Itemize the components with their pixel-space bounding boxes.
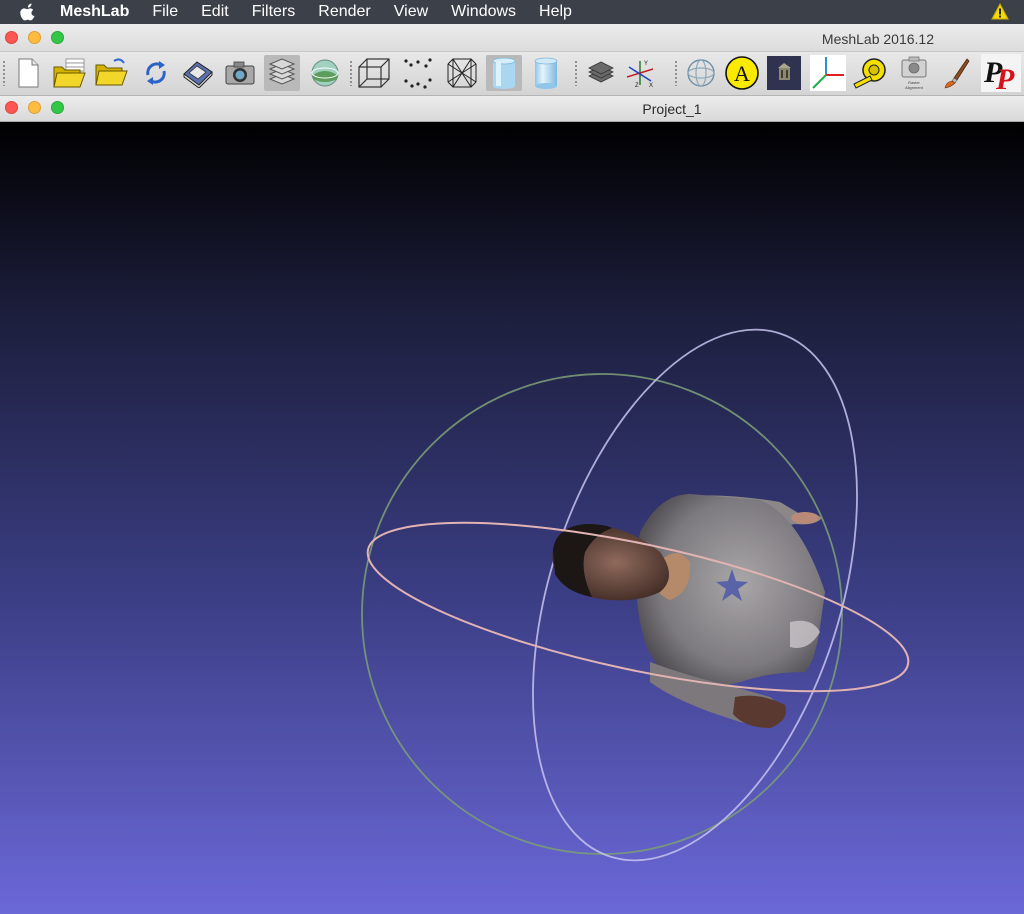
menu-filters[interactable]: Filters	[252, 3, 296, 21]
wireframe-button[interactable]	[444, 55, 480, 91]
layers-icon	[268, 58, 296, 85]
scanned-person-mesh[interactable]	[552, 494, 825, 728]
open-folder-icon	[95, 58, 128, 86]
new-project-button[interactable]	[10, 55, 46, 91]
mesh-lighting-icon	[588, 61, 614, 83]
raster-globe-icon	[311, 59, 339, 87]
trackball-button[interactable]	[683, 55, 719, 91]
bbox-button[interactable]	[356, 55, 392, 91]
import-mesh-button[interactable]	[94, 55, 130, 91]
export-mesh-button[interactable]	[180, 55, 216, 91]
align-axis-icon	[810, 55, 846, 91]
raster-alignment-icon: Raster Alignment	[901, 56, 927, 90]
svg-text:Alignment: Alignment	[905, 85, 924, 90]
new-document-icon	[18, 58, 39, 88]
svg-text:P: P	[995, 63, 1015, 92]
menu-app-meshlab[interactable]: MeshLab	[60, 3, 129, 21]
main-window-titlebar: MeshLab 2016.12	[0, 24, 1024, 52]
paint-brush-icon	[944, 58, 970, 89]
toolbar-separator	[350, 60, 352, 86]
svg-text:X: X	[649, 83, 653, 89]
flat-cylinder-icon	[492, 57, 516, 89]
menu-view[interactable]: View	[394, 3, 428, 21]
zoom-window-button[interactable]	[51, 31, 64, 44]
menu-render[interactable]: Render	[318, 3, 370, 21]
axis-icon: Y Z X	[626, 61, 654, 89]
window-title: MeshLab 2016.12	[821, 31, 934, 47]
toolbar-grip[interactable]	[3, 60, 5, 86]
annotation-button[interactable]: A	[724, 55, 760, 91]
svg-text:Y: Y	[644, 61, 648, 67]
texture-icon	[767, 56, 801, 90]
point-picker-pp-icon: P P	[981, 54, 1021, 92]
raster-alignment-button[interactable]: Raster Alignment	[896, 55, 932, 91]
project-subwindow-titlebar: Project_1	[0, 96, 1024, 122]
wireframe-icon	[447, 58, 477, 88]
raster-button[interactable]	[307, 55, 343, 91]
camera-icon	[225, 61, 255, 85]
snapshot-button[interactable]	[222, 55, 258, 91]
annotation-a-icon: A	[725, 56, 759, 90]
tape-measure-icon	[853, 58, 886, 89]
menu-help[interactable]: Help	[539, 3, 572, 21]
menu-edit[interactable]: Edit	[201, 3, 229, 21]
open-project-button[interactable]	[52, 55, 88, 91]
close-window-button[interactable]	[5, 31, 18, 44]
paint-button[interactable]	[938, 55, 974, 91]
reload-icon	[146, 61, 166, 85]
trackball-icon	[687, 59, 715, 87]
main-toolbar: Y Z X A Raster Alignment P P	[0, 52, 1024, 96]
flat-shading-button[interactable]	[486, 55, 522, 91]
system-menu-bar: MeshLab File Edit Filters Render View Wi…	[0, 0, 1024, 24]
open-project-folder-icon	[53, 58, 86, 88]
point-picker-button[interactable]: P P	[980, 54, 1022, 92]
apple-icon[interactable]	[20, 3, 36, 21]
viewport-scene[interactable]	[0, 122, 1024, 914]
toolbar-separator	[675, 60, 677, 86]
warning-icon[interactable]	[991, 3, 1009, 20]
minimize-window-button[interactable]	[28, 31, 41, 44]
texture-button[interactable]	[766, 55, 802, 91]
menu-windows[interactable]: Windows	[451, 3, 516, 21]
svg-text:A: A	[734, 61, 750, 86]
layers-button[interactable]	[264, 55, 300, 91]
save-disk-icon	[183, 61, 213, 88]
menu-file[interactable]: File	[152, 3, 178, 21]
toolbar-separator	[575, 60, 577, 86]
smooth-cylinder-icon	[534, 57, 558, 89]
project-title: Project_1	[642, 101, 702, 117]
points-icon	[404, 58, 432, 89]
3d-viewport[interactable]	[0, 122, 1024, 914]
show-axis-button[interactable]: Y Z X	[622, 55, 658, 91]
bounding-box-icon	[358, 58, 390, 88]
align-axis-button[interactable]	[810, 55, 846, 91]
lighting-button[interactable]	[583, 55, 619, 91]
smooth-shading-button[interactable]	[528, 55, 564, 91]
svg-text:Z: Z	[635, 83, 639, 89]
reload-button[interactable]	[138, 55, 174, 91]
points-button[interactable]	[400, 55, 436, 91]
measure-tool-button[interactable]	[852, 55, 888, 91]
